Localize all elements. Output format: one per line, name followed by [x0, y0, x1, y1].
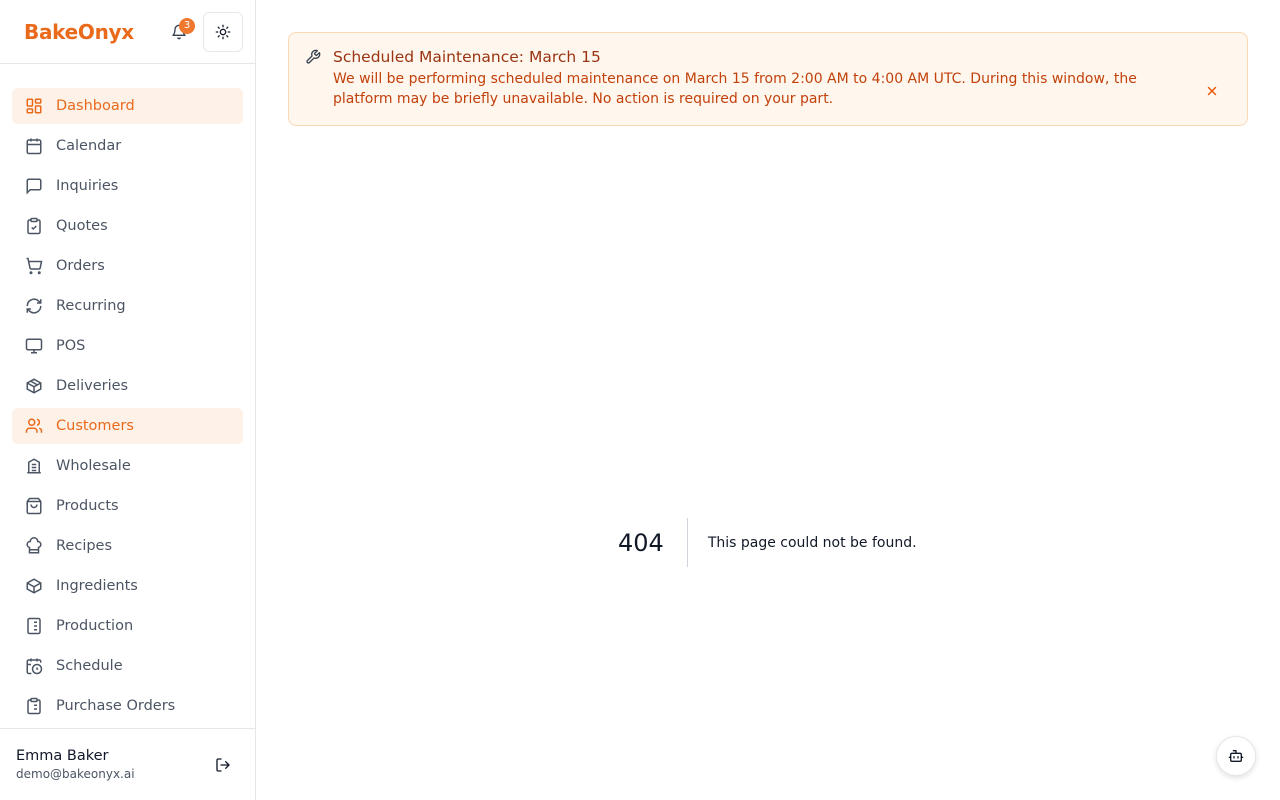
- chef-hat-icon: [24, 536, 44, 556]
- brand-bar: BakeOnyx 3: [0, 0, 255, 64]
- sidebar-item-label: Inquiries: [56, 178, 119, 194]
- sidebar-item-label: Customers: [56, 418, 134, 434]
- clipboard-check-icon: [24, 216, 44, 236]
- assistant-bot-button[interactable]: [1216, 736, 1256, 776]
- box-icon: [24, 576, 44, 596]
- refresh-icon: [24, 296, 44, 316]
- sidebar-item-production[interactable]: Production: [12, 608, 243, 644]
- wrench-icon: [305, 49, 323, 67]
- sidebar-item-label: Orders: [56, 258, 105, 274]
- sidebar-item-label: Quotes: [56, 218, 108, 234]
- banner-title: Scheduled Maintenance: March 15: [333, 48, 601, 66]
- package-icon: [24, 376, 44, 396]
- notifications-button[interactable]: 3: [163, 16, 195, 48]
- list-checks-icon: [24, 616, 44, 636]
- dismiss-banner-button[interactable]: [1201, 80, 1223, 102]
- user-name: Emma Baker: [16, 748, 109, 764]
- sidebar-item-label: Dashboard: [56, 98, 135, 114]
- sidebar-item-label: Products: [56, 498, 119, 514]
- sidebar-item-pos[interactable]: POS: [12, 328, 243, 364]
- message-icon: [24, 176, 44, 196]
- sidebar-item-label: Deliveries: [56, 378, 129, 394]
- sidebar-item-recipes[interactable]: Recipes: [12, 528, 243, 564]
- shopping-bag-icon: [24, 496, 44, 516]
- building-icon: [24, 456, 44, 476]
- user-panel: Emma Baker demo@bakeonyx.ai: [0, 728, 255, 800]
- sidebar-item-recurring[interactable]: Recurring: [12, 288, 243, 324]
- brand-logo[interactable]: BakeOnyx: [24, 20, 163, 44]
- dashboard-icon: [24, 96, 44, 116]
- sidebar-item-quotes[interactable]: Quotes: [12, 208, 243, 244]
- sidebar-item-deliveries[interactable]: Deliveries: [12, 368, 243, 404]
- sidebar: BakeOnyx 3 Dashboard Calendar Inquiries: [0, 0, 256, 800]
- sidebar-item-label: POS: [56, 338, 86, 354]
- banner-text: We will be performing scheduled maintena…: [333, 71, 1137, 107]
- sidebar-item-label: Schedule: [56, 658, 123, 674]
- cart-icon: [24, 256, 44, 276]
- main-content: Scheduled Maintenance: March 15 We will …: [256, 0, 1280, 800]
- sidebar-item-customers[interactable]: Customers: [12, 408, 243, 444]
- sidebar-item-label: Recipes: [56, 538, 113, 554]
- sidebar-item-inquiries[interactable]: Inquiries: [12, 168, 243, 204]
- users-icon: [24, 416, 44, 436]
- sidebar-nav: Dashboard Calendar Inquiries Quotes Orde…: [0, 64, 255, 724]
- sidebar-item-products[interactable]: Products: [12, 488, 243, 524]
- sidebar-item-label: Ingredients: [56, 578, 138, 594]
- calendar-clock-icon: [24, 656, 44, 676]
- calendar-icon: [24, 136, 44, 156]
- error-code: 404: [618, 518, 688, 567]
- user-email: demo@bakeonyx.ai: [16, 767, 135, 781]
- sidebar-item-dashboard[interactable]: Dashboard: [12, 88, 243, 124]
- sidebar-item-calendar[interactable]: Calendar: [12, 128, 243, 164]
- notification-count-badge: 3: [179, 17, 195, 34]
- sidebar-item-label: Recurring: [56, 298, 126, 314]
- theme-toggle-button[interactable]: [203, 11, 243, 52]
- maintenance-banner: Scheduled Maintenance: March 15 We will …: [288, 32, 1248, 126]
- bot-icon: [1228, 748, 1244, 764]
- close-icon: [1205, 84, 1219, 98]
- sidebar-item-schedule[interactable]: Schedule: [12, 648, 243, 684]
- logout-icon: [215, 757, 231, 773]
- sidebar-item-ingredients[interactable]: Ingredients: [12, 568, 243, 604]
- error-message: This page could not be found.: [707, 534, 917, 551]
- user-info: Emma Baker demo@bakeonyx.ai: [16, 748, 207, 781]
- sidebar-item-label: Wholesale: [56, 458, 131, 474]
- sidebar-item-label: Production: [56, 618, 134, 634]
- monitor-icon: [24, 336, 44, 356]
- sidebar-item-purchase-orders[interactable]: Purchase Orders: [12, 688, 243, 724]
- not-found-message: 404 This page could not be found.: [618, 518, 917, 567]
- sidebar-item-label: Calendar: [56, 138, 122, 154]
- sidebar-item-wholesale[interactable]: Wholesale: [12, 448, 243, 484]
- sun-icon: [215, 24, 231, 40]
- logout-button[interactable]: [207, 749, 239, 781]
- sidebar-item-orders[interactable]: Orders: [12, 248, 243, 284]
- clipboard-list-icon: [24, 696, 44, 716]
- sidebar-item-label: Purchase Orders: [56, 698, 176, 714]
